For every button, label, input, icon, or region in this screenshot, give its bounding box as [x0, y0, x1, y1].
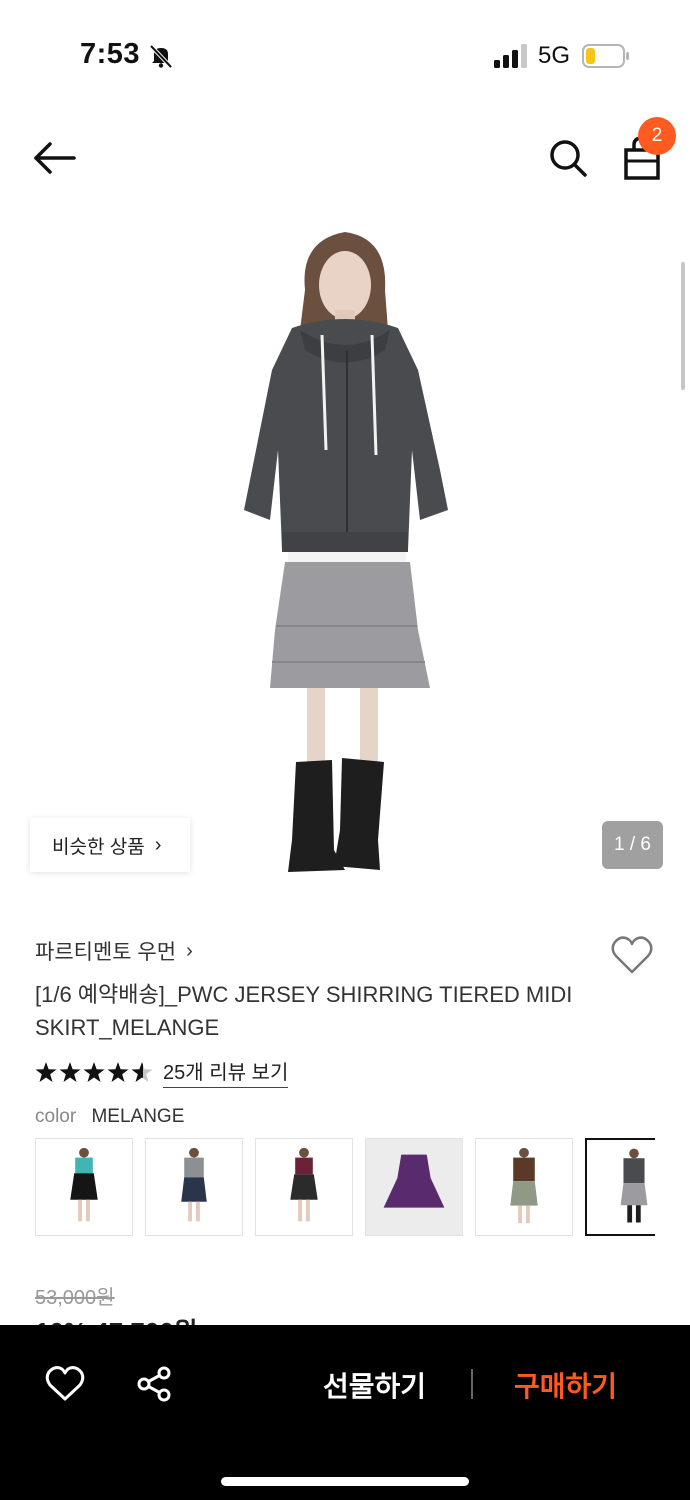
buy-button[interactable]: 구매하기 [514, 1365, 617, 1405]
color-swatch[interactable] [35, 1138, 133, 1236]
bell-slash-icon [149, 44, 173, 69]
product-image[interactable] [0, 210, 690, 900]
similar-products-label: 비슷한 상품 [52, 836, 145, 858]
home-indicator [221, 1477, 469, 1486]
chevron-right-icon: › [186, 939, 193, 962]
product-title: [1/6 예약배송]_PWC JERSEY SHIRRING TIERED MI… [35, 982, 573, 1040]
color-label: color [35, 1106, 77, 1127]
divider [471, 1369, 473, 1399]
star-rating-icon [35, 1062, 153, 1082]
brand-name: 파르티멘토 우먼 [35, 941, 177, 964]
gift-button[interactable]: 선물하기 [323, 1365, 426, 1405]
original-price: 53,000원 [35, 1287, 115, 1309]
search-icon[interactable] [546, 136, 590, 180]
sale-price: 10% 47,700원 [35, 1312, 235, 1326]
top-nav [0, 120, 690, 200]
status-time: 7:53 [80, 38, 141, 70]
rating-row: 25개 리뷰 보기 [35, 1056, 289, 1088]
brand-link[interactable]: 파르티멘토 우먼 › [35, 936, 193, 966]
cart-count-badge: 2 [638, 117, 676, 155]
signal-icon [494, 44, 527, 68]
color-row: color MELANGE [35, 1106, 184, 1128]
color-swatch[interactable] [475, 1138, 573, 1236]
color-value: MELANGE [91, 1106, 185, 1127]
scroll-indicator[interactable] [681, 262, 685, 390]
network-type: 5G [538, 42, 571, 69]
color-swatch-selected[interactable] [585, 1138, 655, 1236]
review-link[interactable]: 25개 리뷰 보기 [163, 1056, 289, 1088]
color-swatch[interactable] [255, 1138, 353, 1236]
model-photo [244, 232, 448, 872]
similar-products-button[interactable]: 비슷한 상품 › [30, 818, 190, 872]
status-bar: 7:53 5G [0, 0, 690, 110]
heart-outline-icon[interactable] [610, 934, 654, 976]
share-icon[interactable] [135, 1365, 173, 1403]
color-swatches [35, 1138, 655, 1238]
battery-icon [582, 44, 629, 68]
arrow-left-icon[interactable] [30, 138, 80, 178]
color-swatch[interactable] [145, 1138, 243, 1236]
heart-outline-icon[interactable] [45, 1365, 85, 1403]
image-counter: 1 / 6 [602, 821, 663, 869]
bottom-action-bar: 선물하기 구매하기 [0, 1325, 690, 1500]
color-swatch[interactable] [365, 1138, 463, 1236]
chevron-right-icon: › [154, 833, 162, 856]
